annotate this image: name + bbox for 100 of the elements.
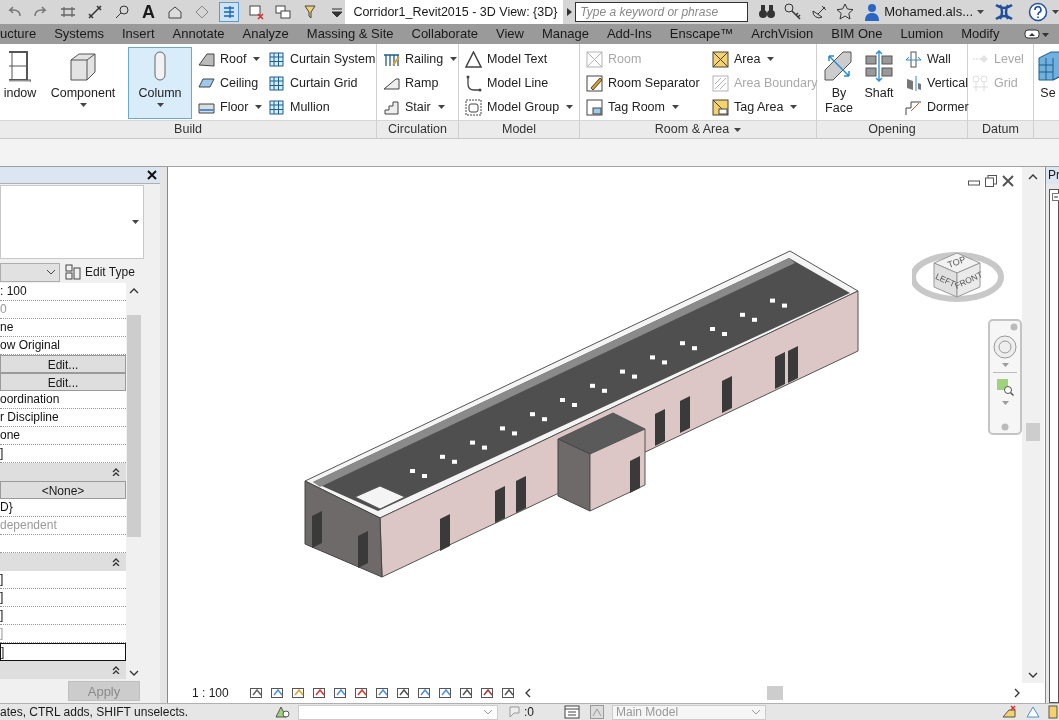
ribbon-tab[interactable]: ArchVision — [742, 24, 823, 44]
ribbon-tool-button[interactable]: Column — [128, 47, 192, 119]
ribbon-tool-button[interactable]: Model Group — [463, 95, 576, 119]
switch-windows-icon[interactable] — [273, 2, 293, 22]
property-button[interactable]: <None> — [0, 481, 126, 499]
caret-icon[interactable] — [79, 103, 87, 107]
scroll-down-icon[interactable] — [129, 669, 139, 677]
caret-icon[interactable] — [734, 127, 742, 132]
caret-icon[interactable] — [255, 105, 263, 109]
minimize-ribbon-icon[interactable] — [1024, 28, 1051, 40]
property-button[interactable]: Edit... — [0, 355, 126, 373]
caret-icon[interactable] — [767, 57, 775, 61]
ribbon-tool-button[interactable]: Model Text — [463, 47, 576, 71]
ribbon-tool-button[interactable]: Floor — [196, 95, 264, 119]
ribbon-tool-button[interactable]: Tag Area — [710, 95, 820, 119]
exchange-icon[interactable] — [994, 3, 1014, 21]
ribbon-tool-button[interactable]: By Face — [821, 47, 857, 119]
ribbon-tab[interactable]: Systems — [45, 24, 113, 44]
ribbon-tab[interactable]: Annotate — [163, 24, 234, 44]
close-windows-icon[interactable] — [246, 2, 266, 22]
text-tool-button[interactable]: A — [139, 0, 158, 24]
ribbon-tool-button[interactable]: Railing — [381, 47, 460, 71]
key-icon[interactable] — [784, 3, 803, 21]
close-icon[interactable] — [1002, 175, 1014, 187]
scroll-up-icon[interactable] — [129, 287, 139, 295]
ribbon-tool-button[interactable]: Curtain Grid — [266, 71, 378, 95]
ribbon-tab[interactable]: ucture — [0, 24, 46, 44]
scroll-right-icon[interactable] — [1013, 688, 1021, 698]
ribbon-tab[interactable]: Enscape™ — [660, 24, 743, 44]
caret-icon[interactable] — [450, 57, 458, 61]
ribbon-tool-button[interactable]: Dormer — [903, 95, 971, 119]
ribbon-tab[interactable]: View — [487, 24, 533, 44]
scale-button[interactable]: 1 : 100 — [192, 684, 229, 702]
ribbon-tab[interactable]: BIM One — [822, 24, 892, 44]
caret-icon[interactable] — [790, 105, 798, 109]
close-icon[interactable] — [147, 170, 157, 180]
ribbon-tab[interactable]: Analyze — [233, 24, 298, 44]
collapse-icon[interactable] — [112, 666, 120, 674]
caret-icon[interactable] — [977, 10, 984, 14]
ribbon-tab[interactable]: Lumion — [891, 24, 953, 44]
panel-title: Room & Area — [654, 121, 730, 138]
ribbon-tab[interactable]: Collaborate — [402, 24, 487, 44]
collapse-icon[interactable] — [112, 558, 120, 566]
property-value: ] — [0, 607, 126, 625]
zoom-icon[interactable] — [996, 378, 1014, 396]
edit-type-button[interactable]: Edit Type — [65, 263, 135, 281]
ribbon-tab[interactable]: Manage — [532, 24, 598, 44]
ribbon-tool-button[interactable]: Stair — [381, 95, 460, 119]
ribbon-tab[interactable]: Insert — [113, 24, 164, 44]
select-underlay-icon[interactable] — [1025, 705, 1041, 719]
caret-icon[interactable] — [156, 103, 164, 107]
binoculars-icon[interactable] — [758, 3, 777, 21]
scrollbar-thumb[interactable] — [127, 315, 141, 537]
ribbon-tool-button[interactable]: Tag Room — [584, 95, 704, 119]
scrollbar-thumb[interactable] — [767, 686, 783, 700]
ribbon-tool-button[interactable]: Mullion — [266, 95, 378, 119]
design-options-icon[interactable] — [564, 705, 580, 719]
caret-icon[interactable] — [132, 220, 139, 224]
select-pinned-icon[interactable] — [1047, 705, 1059, 719]
ribbon-tool-button[interactable]: Se — [1034, 47, 1059, 119]
ribbon-tool-button[interactable]: Curtain System — [266, 47, 378, 71]
ribbon-tab[interactable]: Add-Ins — [597, 24, 661, 44]
restore-icon[interactable] — [985, 175, 997, 187]
ribbon-tool-button[interactable]: Wall — [903, 47, 971, 71]
workset-icon[interactable] — [274, 705, 290, 719]
ribbon-tool-button[interactable]: Ramp — [381, 71, 460, 95]
ribbon-tab[interactable]: Modify — [952, 24, 1009, 44]
expand-arrow-icon[interactable] — [565, 7, 574, 17]
caret-icon[interactable] — [566, 105, 574, 109]
satellite-icon[interactable] — [810, 3, 829, 21]
ribbon-tool-button[interactable]: Ceiling — [196, 71, 264, 95]
select-links-icon[interactable] — [1001, 705, 1017, 719]
user-icon[interactable] — [864, 3, 881, 21]
ribbon-tool-button[interactable]: Roof — [196, 47, 264, 71]
caret-icon[interactable] — [437, 105, 445, 109]
caret-icon[interactable] — [672, 105, 679, 109]
thin-lines-icon[interactable] — [219, 2, 239, 22]
caret-icon[interactable] — [253, 57, 261, 61]
collapse-icon[interactable] — [112, 468, 120, 476]
property-button[interactable]: Edit... — [0, 373, 126, 391]
user-menu[interactable]: Mohamed.als... — [884, 2, 984, 22]
ribbon-tool-button[interactable]: Model Line — [463, 71, 576, 95]
scroll-up-icon[interactable] — [1028, 173, 1038, 181]
ribbon-tool-button[interactable]: Vertical — [903, 71, 971, 95]
building-model-drawing[interactable] — [304, 250, 859, 578]
ribbon-tool-button[interactable]: Component — [44, 47, 122, 119]
ribbon-tab[interactable]: Massing & Site — [297, 24, 403, 44]
ribbon-tool-button[interactable]: indow — [0, 47, 40, 119]
scroll-left-icon[interactable] — [523, 688, 532, 698]
collapse-icon[interactable] — [1052, 193, 1059, 201]
star-icon[interactable] — [836, 3, 855, 21]
caret-icon[interactable] — [1052, 10, 1059, 14]
scrollbar-thumb[interactable] — [1026, 423, 1040, 441]
search-field[interactable]: Type a keyword or phrase — [575, 2, 749, 22]
ribbon-tool-button[interactable]: Room Separator — [584, 71, 704, 95]
help-icon[interactable] — [1028, 2, 1048, 22]
property-field[interactable]: ] — [0, 643, 126, 661]
scroll-down-icon[interactable] — [1028, 671, 1038, 679]
ribbon-tool-button[interactable]: Shaft — [859, 47, 899, 119]
ribbon-tool-button[interactable]: Area — [710, 47, 820, 71]
